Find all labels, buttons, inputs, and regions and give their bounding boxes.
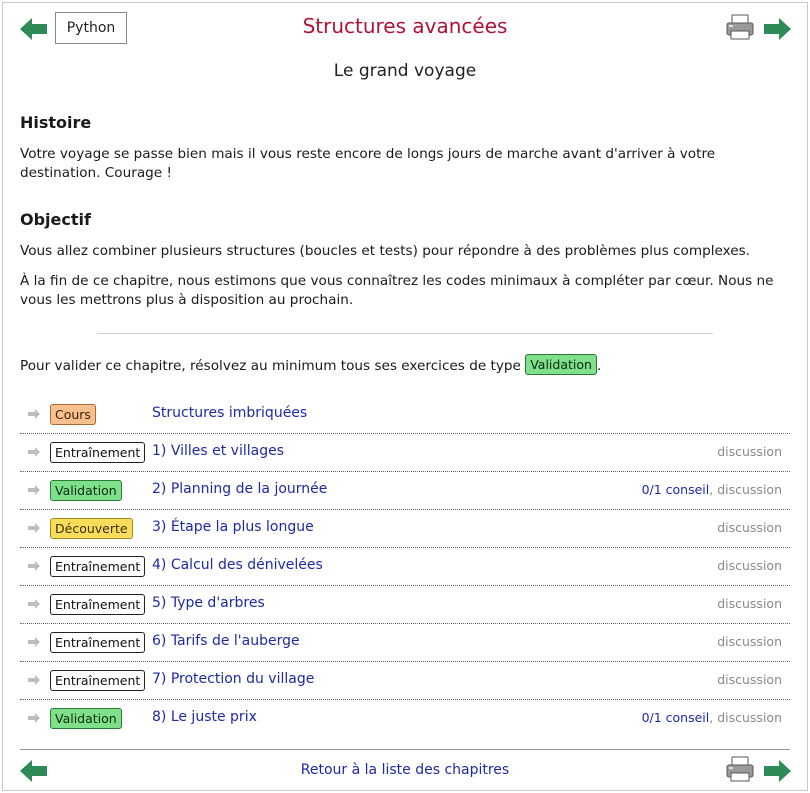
exercise-link[interactable]: 8) Le juste prix [152,709,257,725]
exercise-type-badge: Validation [50,480,122,501]
exercise-meta: discussion [717,558,782,573]
validation-note-text: Pour valider ce chapitre, résolvez au mi… [20,358,521,374]
arrow-right-icon [27,596,41,610]
arrow-right-icon [27,444,41,458]
hint-link[interactable]: 0/1 conseil [642,482,710,497]
exercise-row: Validation 2) Planning de la journée 0/1 c… [20,472,790,510]
validation-note-period: . [596,358,602,374]
exercise-type-badge: Entraînement [50,442,146,463]
exercise-row: Validation 8) Le juste prix 0/1 conseil, d… [20,700,790,737]
exercise-link[interactable]: Structures imbriquées [152,405,307,421]
exercise-meta: discussion [717,444,782,459]
exercise-type-badge: Découverte [50,518,133,539]
arrow-right-icon [27,520,41,534]
exercise-link[interactable]: 6) Tarifs de l'auberge [152,633,300,649]
histoire-heading: Histoire [20,113,92,132]
footer-divider [20,749,790,750]
arrow-right-icon [27,406,41,420]
exercise-link[interactable]: 1) Villes et villages [152,443,284,459]
validation-badge: Validation [525,354,597,375]
exercise-row: Entraînement 1) Villes et villages discuss… [20,434,790,472]
validation-note: Pour valider ce chapitre, résolvez au mi… [20,354,792,376]
meta-separator: , [709,710,718,725]
arrow-right-icon [27,672,41,686]
next-chapter-arrow-icon[interactable] [763,18,791,40]
exercise-meta: 0/1 conseil, discussion [642,482,782,497]
printer-icon[interactable] [726,756,754,782]
arrow-right-icon [27,558,41,572]
exercise-link[interactable]: 4) Calcul des dénivelées [152,557,323,573]
objectif-text-1: Vous allez combiner plusieurs structures… [20,243,750,259]
exercise-meta: discussion [717,596,782,611]
exercise-type-badge: Entraînement [50,556,146,577]
histoire-text: Votre voyage se passe bien mais il vous … [20,146,716,181]
chapter-subtitle: Le grand voyage [333,61,477,81]
objectif-text-2: À la fin de ce chapitre, nous estimons q… [20,273,774,308]
exercise-type-badge: Entraînement [50,670,146,691]
next-chapter-arrow-icon[interactable] [763,760,791,782]
exercise-row: Entraînement 7) Protection du village disc… [20,662,790,700]
exercise-row: Entraînement 5) Type d'arbres discussion [20,586,790,624]
meta-separator: , [709,482,718,497]
exercise-meta: discussion [717,634,782,649]
arrow-right-icon [27,482,41,496]
exercise-type-badge: Cours [50,404,96,425]
exercise-type-badge: Entraînement [50,594,146,615]
exercise-meta: discussion [717,520,782,535]
objectif-heading: Objectif [20,210,91,229]
exercise-row: Entraînement 4) Calcul des dénivelées disc… [20,548,790,586]
exercise-link[interactable]: 3) Étape la plus longue [152,519,314,535]
hint-link[interactable]: 0/1 conseil [642,710,710,725]
back-to-chapters-link[interactable]: Retour à la liste des chapitres [0,762,810,778]
discussion-link[interactable]: discussion [717,482,782,497]
discussion-link[interactable]: discussion [717,520,782,535]
exercise-row: Entraînement 6) Tarifs de l'auberge discus… [20,624,790,662]
exercise-meta: 0/1 conseil, discussion [642,710,782,725]
discussion-link[interactable]: discussion [717,710,782,725]
arrow-right-icon [27,634,41,648]
exercise-list: Cours Structures imbriquées Entraînement 1)… [20,396,790,737]
printer-icon[interactable] [726,14,754,40]
discussion-link[interactable]: discussion [717,444,782,459]
discussion-link[interactable]: discussion [717,672,782,687]
exercise-link[interactable]: 7) Protection du village [152,671,314,687]
discussion-link[interactable]: discussion [717,558,782,573]
exercise-link[interactable]: 2) Planning de la journée [152,481,327,497]
exercise-type-badge: Entraînement [50,632,146,653]
arrow-right-icon [27,710,41,724]
exercise-link[interactable]: 5) Type d'arbres [152,595,265,611]
chapter-title: Structures avancées [302,14,508,38]
discussion-link[interactable]: discussion [717,634,782,649]
discussion-link[interactable]: discussion [717,596,782,611]
exercise-type-badge: Validation [50,708,122,729]
divider [97,333,713,334]
exercise-row: Cours Structures imbriquées [20,396,790,434]
exercise-meta: discussion [717,672,782,687]
exercise-row: Découverte 3) Étape la plus longue discuss… [20,510,790,548]
